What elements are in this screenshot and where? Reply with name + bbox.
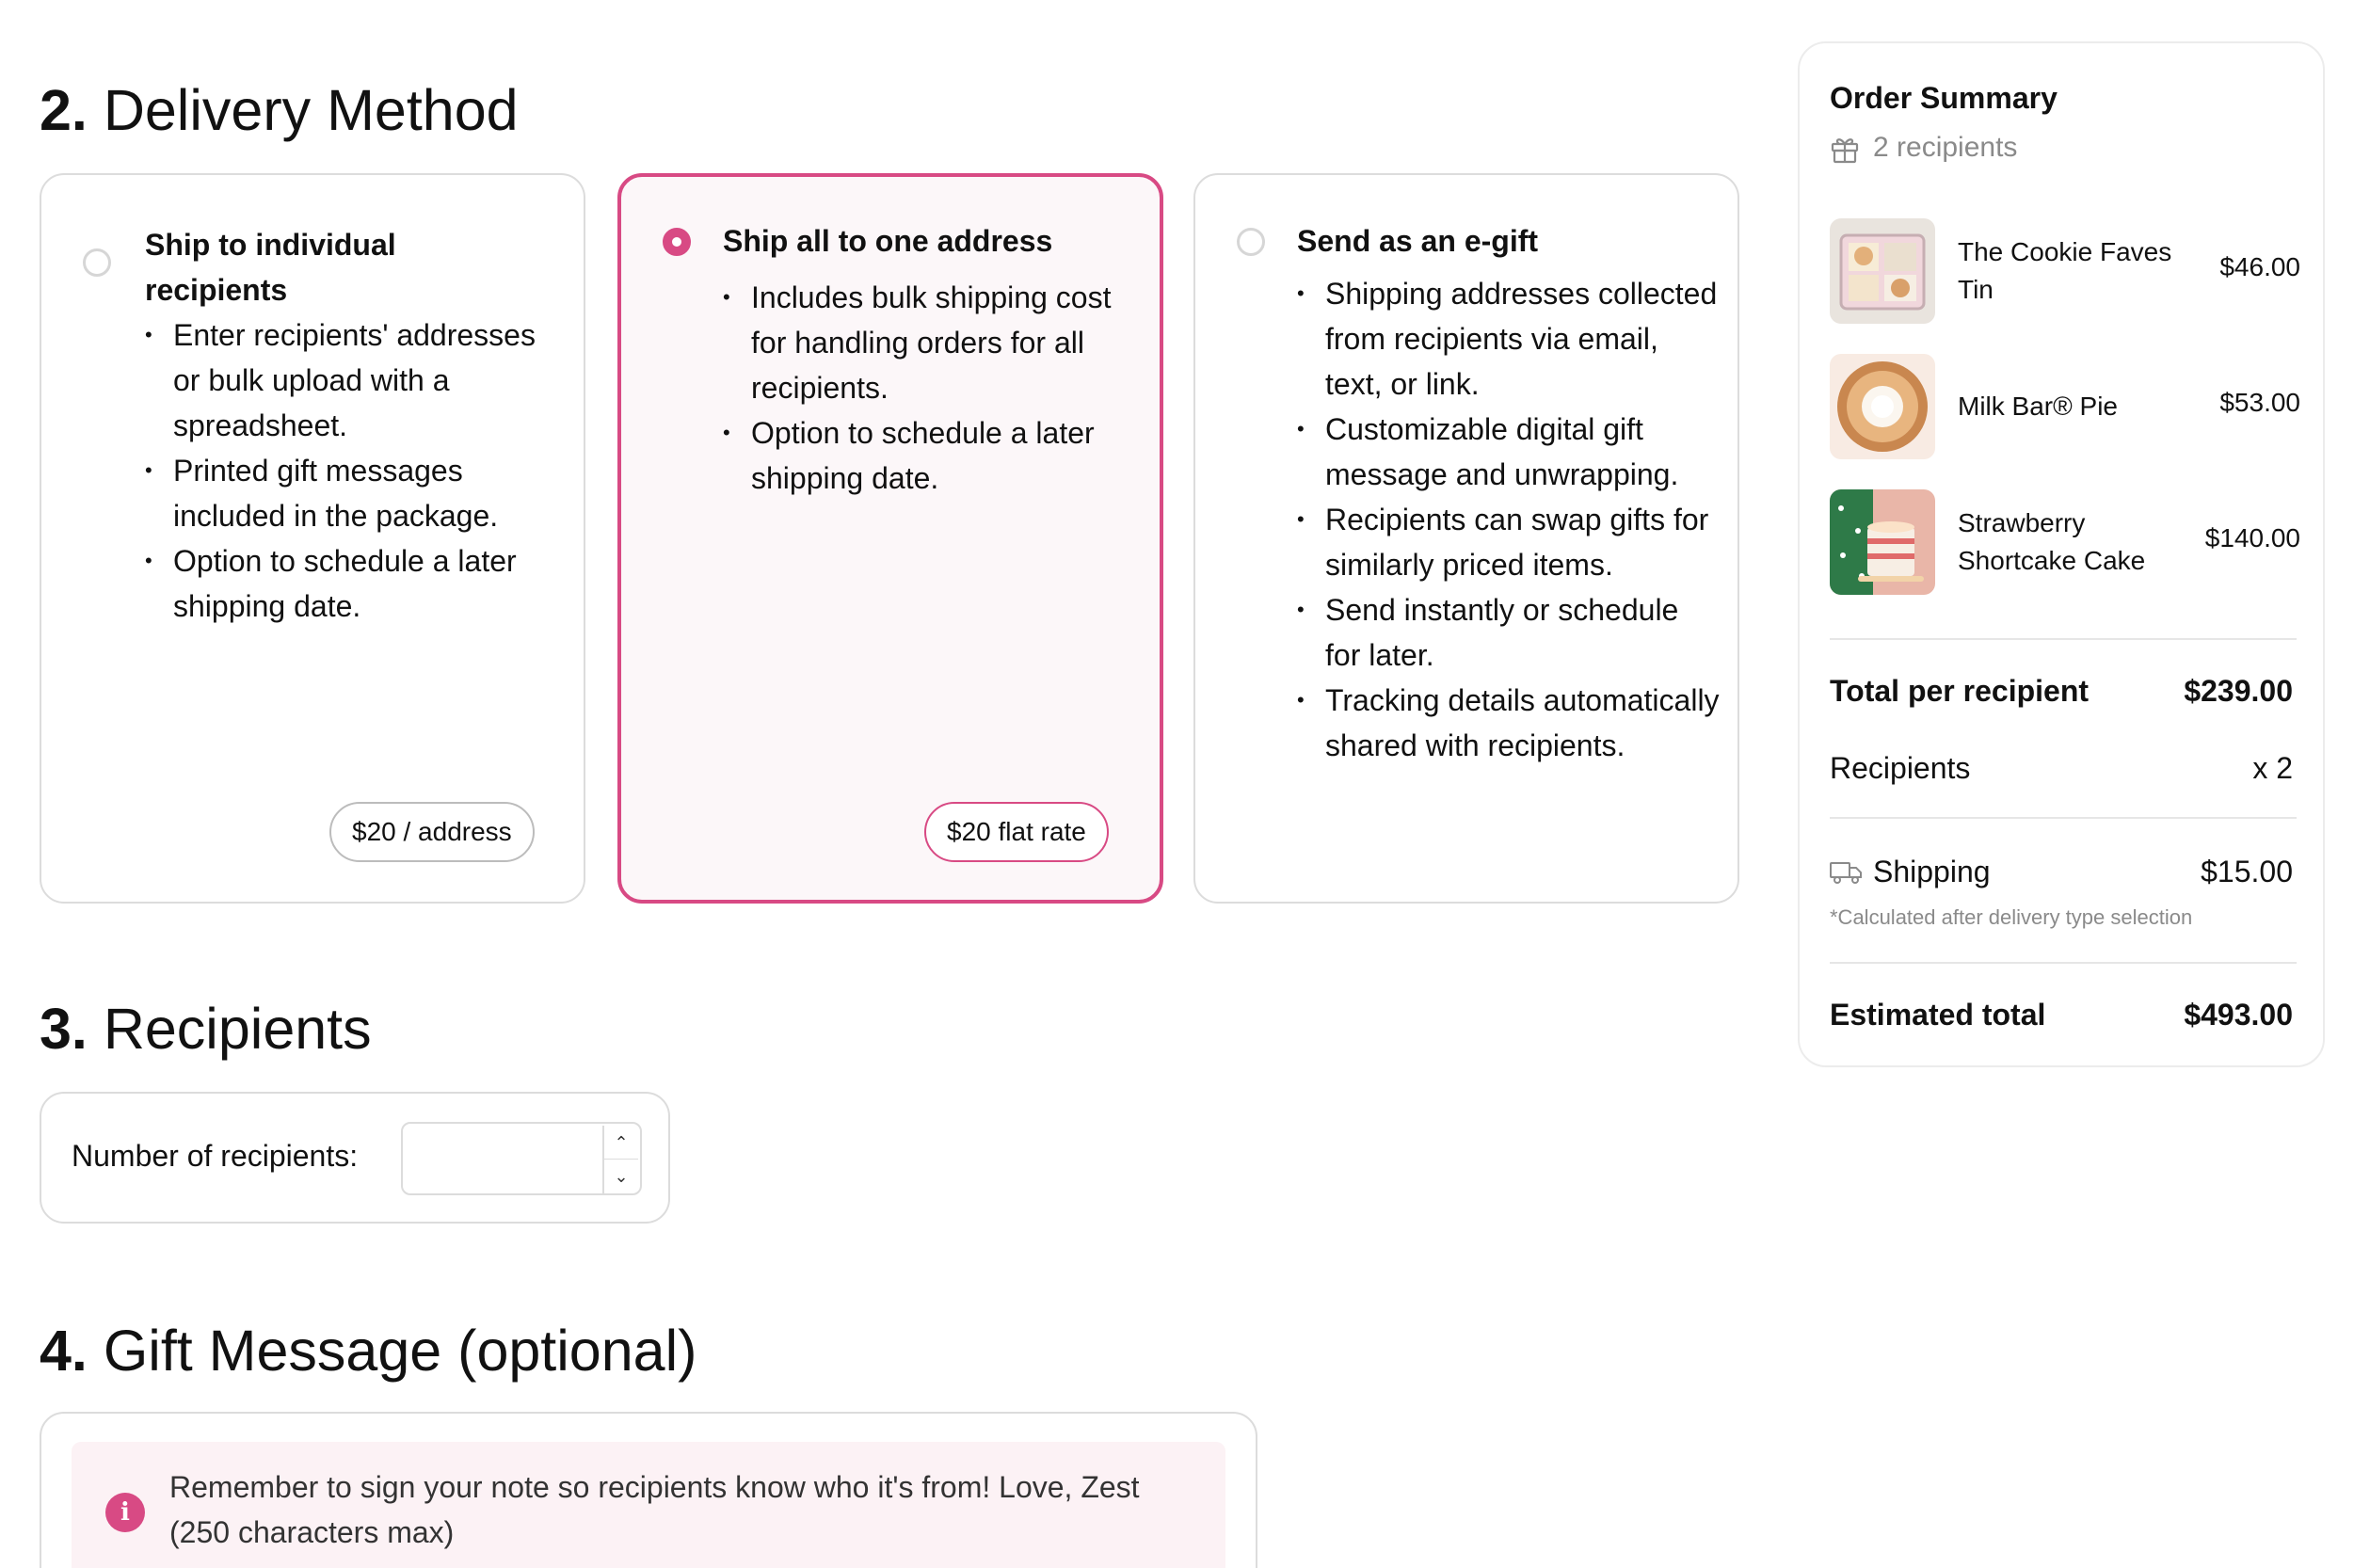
section-number: 4.: [40, 1319, 88, 1383]
list-item: Customizable digital gift message and un…: [1297, 407, 1721, 497]
summary-recipient-count: 2 recipients: [1873, 132, 2018, 163]
item-price: $53.00: [2219, 388, 2300, 417]
truck-icon: [1830, 862, 1862, 884]
item-name: Milk Bar® Pie: [1958, 392, 2118, 421]
section-number: 3.: [40, 997, 88, 1061]
summary-item: Strawberry Shortcake Cake $140.00: [1830, 489, 2300, 595]
order-summary-panel: Order Summary 2 recipients The Cookie Fa: [1798, 41, 2325, 1067]
summary-item: The Cookie Faves Tin $46.00: [1830, 218, 2300, 324]
list-item: Tracking details automatically shared wi…: [1297, 678, 1721, 768]
cookie-tin-photo: [1830, 218, 1935, 324]
section-heading: Gift Message (optional): [103, 1319, 697, 1383]
price-pill: $20 / address: [329, 802, 535, 862]
gift-message-section-title: 4. Gift Message (optional): [40, 1318, 697, 1384]
gift-icon: [1831, 138, 1859, 164]
list-item: Printed gift messages included in the pa…: [145, 448, 568, 538]
estimated-total-value: $493.00: [2184, 998, 2293, 1032]
shipping-value: $15.00: [2201, 855, 2293, 888]
gift-message-notice: i Remember to sign your note so recipien…: [72, 1442, 1225, 1568]
gift-message-box: i Remember to sign your note so recipien…: [40, 1412, 1257, 1568]
recipients-row-value: x 2: [2252, 751, 2293, 785]
recipients-box: Number of recipients: ⌃ ⌄: [40, 1092, 670, 1224]
divider: [1830, 962, 2297, 964]
price-pill: $20 flat rate: [924, 802, 1109, 862]
radio-button[interactable]: [83, 248, 111, 277]
cake-photo: [1830, 489, 1935, 595]
total-per-recipient-value: $239.00: [2184, 674, 2293, 708]
stepper-up-icon[interactable]: ⌃: [602, 1126, 638, 1160]
section-heading: Recipients: [103, 997, 372, 1061]
section-number: 2.: [40, 78, 88, 142]
total-per-recipient-label: Total per recipient: [1830, 674, 2090, 708]
info-icon: i: [105, 1493, 145, 1532]
option-title: Ship to individual recipients: [145, 228, 396, 307]
summary-item: Milk Bar® Pie $53.00: [1830, 354, 2300, 459]
notice-text: Remember to sign your note so recipients…: [169, 1470, 1140, 1549]
list-item: Recipients can swap gifts for similarly …: [1297, 497, 1721, 587]
section-heading: Delivery Method: [103, 78, 519, 142]
delivery-option-individual[interactable]: Ship to individual recipients Enter reci…: [40, 173, 585, 904]
estimated-total-label: Estimated total: [1830, 998, 2046, 1032]
option-title: Ship all to one address: [723, 224, 1053, 258]
radio-button-checked[interactable]: [663, 228, 691, 256]
summary-title: Order Summary: [1830, 81, 2058, 115]
stepper-down-icon[interactable]: ⌄: [602, 1160, 638, 1193]
shipping-note: *Calculated after delivery type selectio…: [1830, 905, 2193, 929]
divider: [1830, 638, 2297, 640]
option-bullets: Enter recipients' addresses or bulk uplo…: [145, 312, 568, 629]
item-price: $46.00: [2219, 252, 2300, 281]
option-bullets: Includes bulk shipping cost for handling…: [723, 275, 1137, 501]
radio-button[interactable]: [1237, 228, 1265, 256]
delivery-option-egift[interactable]: Send as an e-gift Shipping addresses col…: [1193, 173, 1739, 904]
list-item: Option to schedule a later shipping date…: [145, 538, 568, 629]
recipients-section-title: 3. Recipients: [40, 996, 372, 1062]
recipients-label: Number of recipients:: [72, 1139, 359, 1173]
option-bullets: Shipping addresses collected from recipi…: [1297, 271, 1721, 768]
shipping-label: Shipping: [1873, 855, 1991, 888]
divider: [1830, 817, 2297, 819]
recipients-row-label: Recipients: [1830, 751, 1971, 785]
delivery-option-one-address[interactable]: Ship all to one address Includes bulk sh…: [617, 173, 1163, 904]
list-item: Send instantly or schedule for later.: [1297, 587, 1721, 678]
pie-photo: [1830, 354, 1935, 459]
list-item: Enter recipients' addresses or bulk uplo…: [145, 312, 568, 448]
list-item: Option to schedule a later shipping date…: [723, 410, 1137, 501]
list-item: Shipping addresses collected from recipi…: [1297, 271, 1721, 407]
option-title: Send as an e-gift: [1297, 224, 1539, 258]
item-name: The Cookie Faves Tin: [1958, 237, 2172, 304]
delivery-section-title: 2. Delivery Method: [40, 77, 519, 143]
list-item: Includes bulk shipping cost for handling…: [723, 275, 1137, 410]
item-price: $140.00: [2204, 523, 2300, 552]
item-name: Strawberry Shortcake Cake: [1958, 508, 2146, 575]
